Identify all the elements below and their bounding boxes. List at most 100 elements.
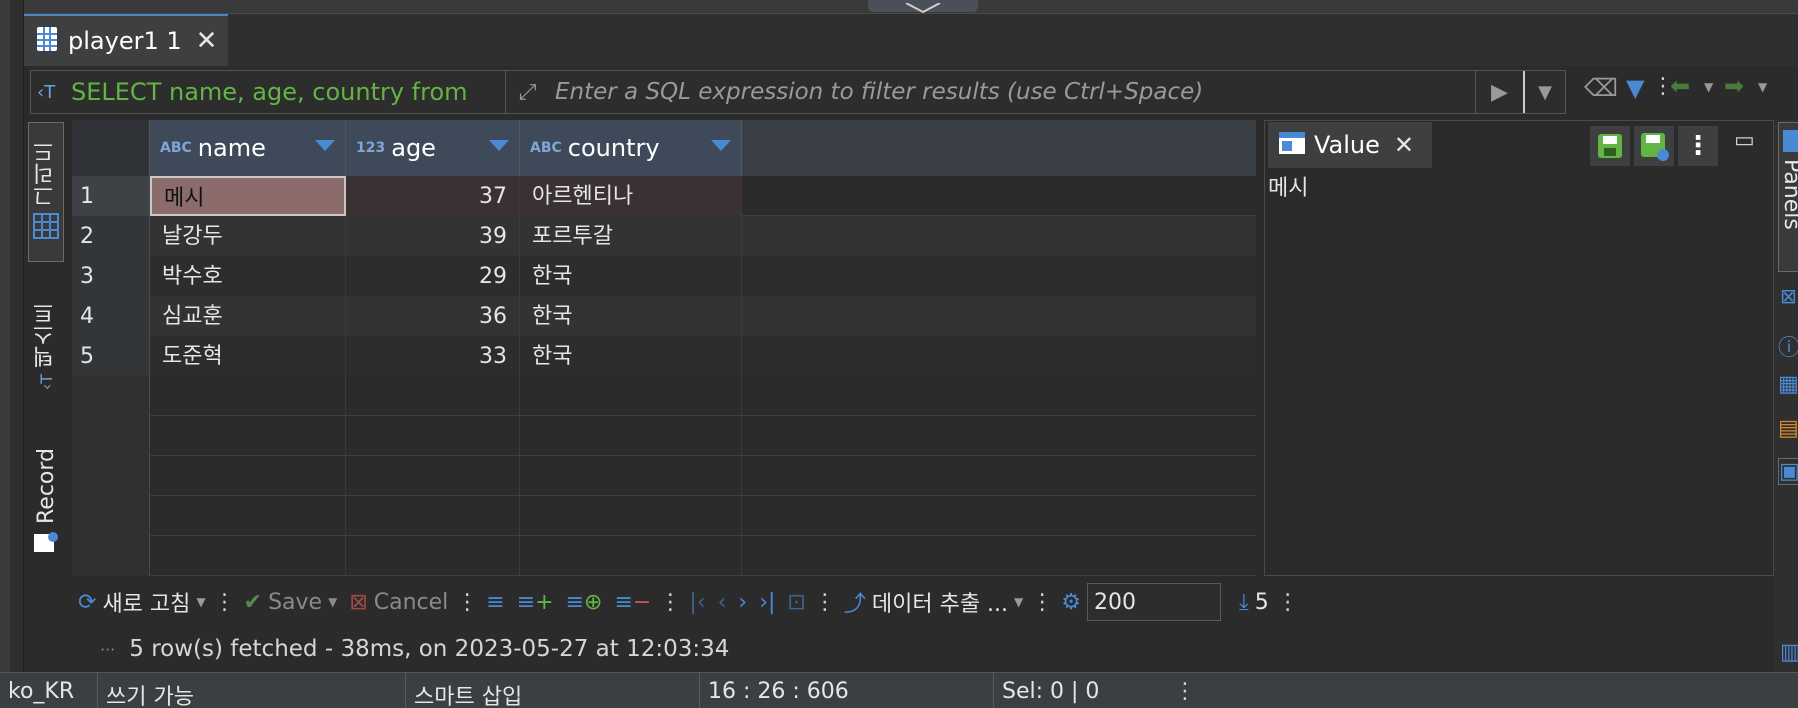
row-number: 4 xyxy=(72,296,150,336)
value-view-icon[interactable]: ▣ xyxy=(1778,458,1798,485)
calculator-icon[interactable]: ▦ xyxy=(1778,372,1798,397)
panels-tab[interactable]: Panels xyxy=(1778,122,1798,272)
close-icon[interactable]: ✕ xyxy=(196,26,218,56)
refresh-label: 새로 고침 xyxy=(102,592,191,617)
info-icon[interactable]: ⓘ xyxy=(1778,330,1798,362)
column-header-label: name xyxy=(197,134,266,162)
last-page-button[interactable]: ›| xyxy=(753,590,781,615)
sort-dropdown-icon[interactable] xyxy=(315,140,335,151)
close-panel-icon[interactable]: ⊠ xyxy=(1780,284,1797,308)
status-more-icon[interactable]: ⋮ xyxy=(1174,673,1196,704)
table-row[interactable]: 3 박수호 29 한국 xyxy=(72,256,1256,296)
chevron-down-icon[interactable]: ▼ xyxy=(1704,80,1713,94)
cell-country[interactable]: 한국 xyxy=(520,296,742,336)
cell-name[interactable]: 박수호 xyxy=(150,256,346,296)
view-tab-text[interactable]: 텍스트 ‹T xyxy=(28,290,64,402)
panels-tab-label: Panels xyxy=(1779,159,1798,230)
cell-empty xyxy=(520,416,742,456)
filter-history-dropdown[interactable]: ▼ xyxy=(1523,71,1565,113)
filter-expression-input[interactable] xyxy=(549,79,1475,105)
chevron-down-icon[interactable]: ▼ xyxy=(196,595,205,609)
close-icon[interactable]: ✕ xyxy=(1394,131,1414,159)
save-to-file-button[interactable] xyxy=(1634,126,1674,166)
more-options-button[interactable]: ⋮ xyxy=(1678,126,1718,166)
value-panel-content[interactable]: 메시 xyxy=(1268,170,1308,202)
edit-row-button[interactable]: ≡ xyxy=(480,590,510,615)
add-row-button[interactable]: ≡+ xyxy=(511,590,560,615)
row-number-empty xyxy=(72,416,150,456)
minimize-icon[interactable]: ▭ xyxy=(1734,128,1755,153)
refresh-icon: ⟳ xyxy=(78,589,97,615)
column-header-country[interactable]: ABC country xyxy=(520,120,742,176)
row-count-button[interactable]: ⤓ 5 xyxy=(1233,590,1275,615)
value-panel-tab-label: Value xyxy=(1314,131,1380,159)
cell-age[interactable]: 29 xyxy=(346,256,520,296)
first-page-button[interactable]: |‹ xyxy=(683,590,711,615)
add-row-icon: ≡+ xyxy=(516,589,554,615)
value-panel-tab[interactable]: Value ✕ xyxy=(1268,122,1432,168)
cell-empty xyxy=(346,456,520,496)
save-value-button[interactable] xyxy=(1590,126,1630,166)
chevron-down-icon[interactable]: ▼ xyxy=(1014,595,1023,609)
panels-icon xyxy=(1782,129,1798,157)
delete-row-icon: ≡− xyxy=(614,589,652,615)
cancel-button[interactable]: ⊠ Cancel xyxy=(343,590,454,615)
refresh-button[interactable]: ⟳ 새로 고침 ▼ xyxy=(72,586,212,618)
view-tab-grid[interactable]: 그리드 xyxy=(28,122,64,262)
prev-page-button[interactable]: ‹ xyxy=(712,590,733,615)
chevron-down-icon[interactable]: ▼ xyxy=(1758,80,1767,94)
arrow-left-icon[interactable]: ⬅ xyxy=(1670,72,1690,100)
fetch-size-input[interactable] xyxy=(1087,583,1222,621)
table-row[interactable]: 1 메시 37 아르헨티나 xyxy=(72,176,1256,216)
chevron-down-icon[interactable]: ▼ xyxy=(328,595,337,609)
filter-icon[interactable]: ▼ xyxy=(1626,74,1644,102)
play-icon[interactable]: ▶ xyxy=(1475,71,1523,113)
value-panel-icon xyxy=(1278,130,1306,160)
table-row[interactable]: 4 심교훈 36 한국 xyxy=(72,296,1256,336)
sort-dropdown-icon[interactable] xyxy=(711,140,731,151)
empty-row xyxy=(72,536,1256,576)
delete-row-button[interactable]: ≡− xyxy=(608,590,657,615)
save-button[interactable]: ✔ Save ▼ xyxy=(238,590,344,615)
next-page-button[interactable]: › xyxy=(732,590,753,615)
edit-row-icon: ≡ xyxy=(486,589,505,615)
status-locale[interactable]: ko_KR xyxy=(0,673,98,708)
cell-age[interactable]: 37 xyxy=(346,176,520,216)
panel-maximize-handle[interactable] xyxy=(868,0,978,14)
cell-name[interactable]: 날강두 xyxy=(150,216,346,256)
cell-age[interactable]: 36 xyxy=(346,296,520,336)
expand-icon[interactable]: ⤢ xyxy=(505,71,549,113)
cell-name[interactable]: 메시 xyxy=(150,176,346,216)
fetch-all-button[interactable]: ⊡ xyxy=(781,590,811,615)
cell-country[interactable]: 한국 xyxy=(520,336,742,376)
layout-icon[interactable]: ▥ xyxy=(1780,640,1798,665)
sort-dropdown-icon[interactable] xyxy=(489,140,509,151)
cell-name[interactable]: 심교훈 xyxy=(150,296,346,336)
status-insert-mode[interactable]: 스마트 삽입 xyxy=(406,673,700,708)
sql-query-text[interactable]: SELECT name, age, country from xyxy=(67,78,505,106)
cell-age[interactable]: 39 xyxy=(346,216,520,256)
cell-country[interactable]: 포르투갈 xyxy=(520,216,742,256)
cell-country[interactable]: 한국 xyxy=(520,256,742,296)
editor-tab-player1[interactable]: player1 1 ✕ xyxy=(24,14,228,66)
copy-row-button[interactable]: ≡⊕ xyxy=(560,590,609,615)
view-tab-record[interactable]: Record xyxy=(28,438,64,568)
cell-age[interactable]: 33 xyxy=(346,336,520,376)
empty-row xyxy=(72,416,1256,456)
cell-country[interactable]: 아르헨티나 xyxy=(520,176,742,216)
settings-button[interactable]: ⚙ xyxy=(1055,590,1087,615)
record-icon xyxy=(33,530,59,558)
eraser-icon[interactable]: ⌫ xyxy=(1584,74,1618,102)
table-row[interactable]: 2 날강두 39 포르투갈 xyxy=(72,216,1256,256)
view-tab-grid-label: 그리드 xyxy=(33,141,58,207)
cell-empty xyxy=(346,376,520,416)
export-data-button[interactable]: ⤴ 데이터 추출 ... ▼ xyxy=(838,586,1029,618)
view-tab-record-label: Record xyxy=(33,447,59,524)
arrow-right-icon[interactable]: ➡ xyxy=(1724,72,1744,100)
column-header-name[interactable]: ABC name xyxy=(150,120,346,176)
column-header-age[interactable]: 123 age xyxy=(346,120,520,176)
table-row[interactable]: 5 도준혁 33 한국 xyxy=(72,336,1256,376)
grouping-icon[interactable]: ▤ xyxy=(1778,416,1798,441)
cell-empty xyxy=(150,416,346,456)
cell-name[interactable]: 도준혁 xyxy=(150,336,346,376)
